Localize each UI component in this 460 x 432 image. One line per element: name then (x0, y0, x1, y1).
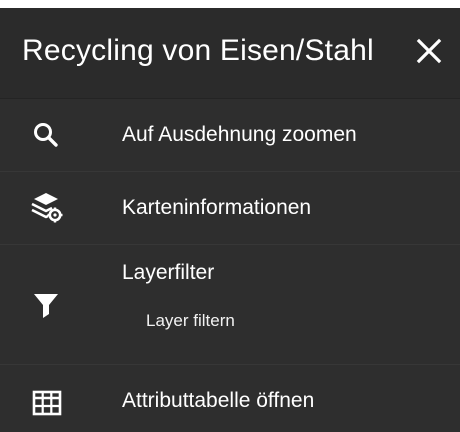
menu-item-label: Karteninformationen (122, 196, 312, 219)
close-button[interactable] (408, 30, 450, 72)
close-icon (416, 38, 442, 64)
search-icon (34, 123, 58, 147)
menu-item-label: Layerfilter (122, 261, 215, 284)
table-icon (32, 390, 62, 416)
panel-header: Recycling von Eisen/Stahl (0, 8, 460, 99)
menu-item-map-information[interactable]: Karteninformationen (0, 172, 460, 244)
layers-settings-icon (31, 193, 63, 223)
menu-item-open-attribute-table[interactable]: Attributtabelle öffnen (0, 365, 460, 432)
menu-item-layer-filter[interactable]: Layerfilter Layer filtern (0, 245, 460, 364)
menu-item-label: Auf Ausdehnung zoomen (122, 123, 357, 146)
panel-title: Recycling von Eisen/Stahl (22, 34, 374, 67)
layer-menu-panel: Recycling von Eisen/Stahl Auf Ausdehnung… (0, 8, 460, 432)
menu-item-sublabel[interactable]: Layer filtern (146, 311, 235, 331)
menu-item-label: Attributtabelle öffnen (122, 389, 315, 412)
menu-item-zoom-to-extent[interactable]: Auf Ausdehnung zoomen (0, 99, 460, 171)
filter-icon (34, 294, 58, 318)
